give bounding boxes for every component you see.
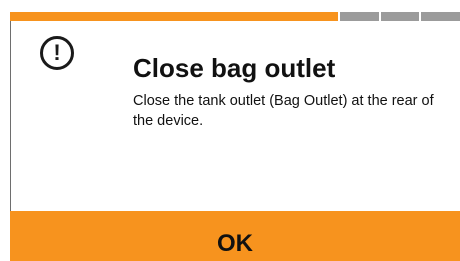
progress-segment-pending xyxy=(380,12,420,21)
dialog-title: Close bag outlet xyxy=(133,53,336,83)
progress-segment-pending xyxy=(340,12,379,21)
step-progress-bar xyxy=(10,12,460,21)
progress-segment-pending xyxy=(421,12,460,21)
ok-button[interactable]: OK xyxy=(10,211,460,261)
screen: ! Close bag outlet Close the tank outlet… xyxy=(0,0,460,261)
exclamation-circle-icon: ! xyxy=(40,36,74,70)
dialog-message: Close the tank outlet (Bag Outlet) at th… xyxy=(133,93,434,129)
ok-button-label: OK xyxy=(217,230,253,257)
progress-segment-complete xyxy=(10,12,338,21)
